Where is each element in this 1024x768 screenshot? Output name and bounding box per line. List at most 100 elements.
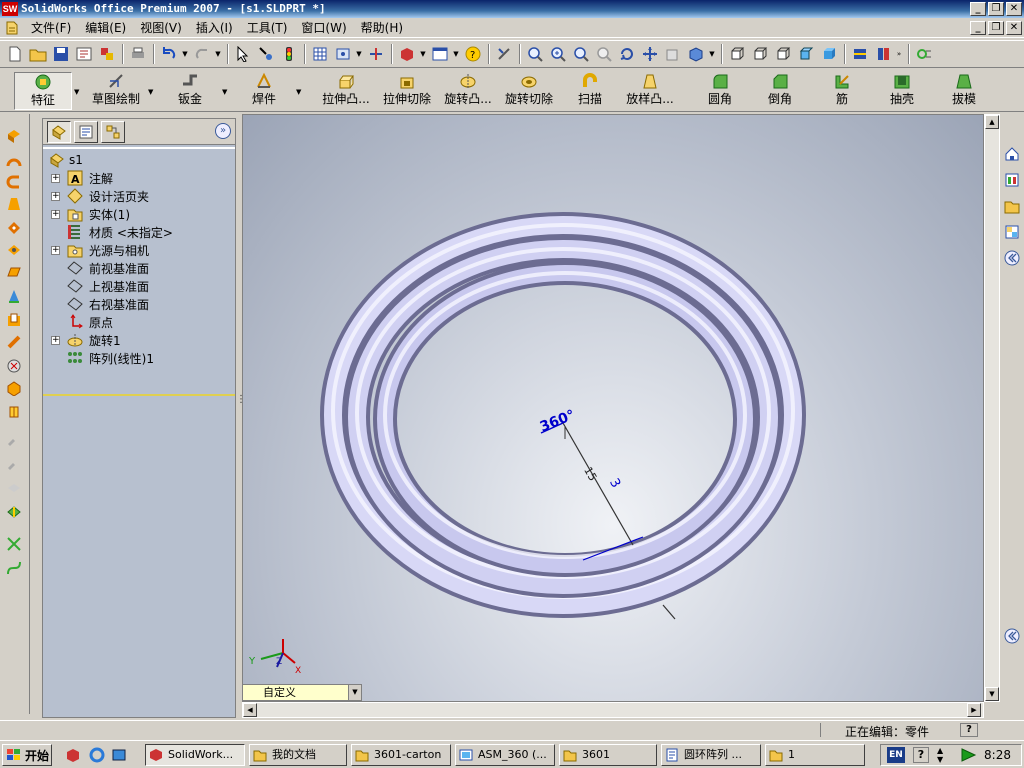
rib-button[interactable]: 筋 bbox=[822, 72, 862, 110]
curves-icon[interactable] bbox=[4, 558, 24, 578]
restore-button[interactable]: ❐ bbox=[988, 2, 1004, 16]
redo-dropdown-icon[interactable]: ▼ bbox=[214, 50, 222, 58]
edit-appearance-icon[interactable] bbox=[493, 43, 515, 65]
revolved-boss-button[interactable]: 旋转凸... bbox=[438, 72, 498, 110]
sweep-button[interactable]: 扫描 bbox=[570, 72, 610, 110]
photoworks-dropdown-icon[interactable]: ▼ bbox=[419, 50, 427, 58]
menu-help[interactable]: 帮助(H) bbox=[354, 18, 410, 38]
sketch-dropdown-icon[interactable]: ▼ bbox=[148, 88, 153, 96]
extruded-cut-button[interactable]: 拉伸切除 bbox=[380, 72, 434, 110]
file-explorer-icon[interactable] bbox=[1002, 196, 1022, 216]
design-library-icon[interactable] bbox=[1002, 170, 1022, 190]
display-style-icon[interactable] bbox=[685, 43, 707, 65]
weldments-dropdown-icon[interactable]: ▼ bbox=[296, 88, 301, 96]
sketch-tab-button[interactable]: 草图绘制 bbox=[88, 72, 144, 110]
ime-indicator[interactable]: EN bbox=[887, 747, 905, 763]
redo-icon[interactable] bbox=[191, 43, 213, 65]
wireframe-icon[interactable] bbox=[749, 43, 771, 65]
menu-view[interactable]: 视图(V) bbox=[133, 18, 189, 38]
start-button[interactable]: 开始 bbox=[2, 744, 52, 766]
linear-pattern-tool-icon[interactable] bbox=[4, 432, 24, 452]
doc-close-button[interactable]: ✕ bbox=[1006, 21, 1022, 35]
features-dropdown-icon[interactable]: ▼ bbox=[74, 88, 79, 96]
doc-restore-button[interactable]: ❐ bbox=[988, 21, 1004, 35]
scroll-left-button[interactable]: ◀ bbox=[243, 703, 257, 717]
view-palette-icon[interactable] bbox=[1002, 222, 1022, 242]
tree-item-annotations[interactable]: + A 注解 bbox=[43, 169, 233, 187]
view-selector[interactable]: 自定义 ▼ bbox=[242, 684, 362, 701]
addins-icon[interactable] bbox=[913, 43, 935, 65]
status-help-button[interactable]: ? bbox=[960, 723, 978, 737]
tree-item-design-binder[interactable]: + 设计活页夹 bbox=[43, 187, 233, 205]
scroll-right-button[interactable]: ▶ bbox=[967, 703, 981, 717]
undo-icon[interactable] bbox=[158, 43, 180, 65]
ime-arrows-icon[interactable]: ▲ ▼ bbox=[937, 746, 943, 764]
graphics-area[interactable]: 360° 15 3 Y X Z bbox=[242, 114, 984, 702]
tree-item-lights-cameras[interactable]: + 光源与相机 bbox=[43, 241, 233, 259]
radius-dimension[interactable]: 15 bbox=[581, 465, 599, 484]
more-tools-icon[interactable]: » bbox=[895, 50, 903, 58]
menu-window[interactable]: 窗口(W) bbox=[294, 18, 353, 38]
section-view-icon[interactable] bbox=[849, 43, 871, 65]
loft-button[interactable]: 放样凸... bbox=[620, 72, 680, 110]
fillet-button[interactable]: 圆角 bbox=[700, 72, 740, 110]
menu-tools[interactable]: 工具(T) bbox=[240, 18, 295, 38]
dome-tool-icon[interactable] bbox=[4, 378, 24, 398]
weldments-tab-button[interactable]: 焊件 bbox=[244, 72, 284, 110]
model-view[interactable]: 360° 15 3 Y X Z bbox=[243, 115, 984, 702]
plane-tool-icon[interactable] bbox=[4, 262, 24, 282]
sheet-metal-tab-button[interactable]: 钣金 bbox=[170, 72, 210, 110]
angle-dimension[interactable]: 360° bbox=[538, 407, 578, 435]
shell-button[interactable]: 抽壳 bbox=[882, 72, 922, 110]
title-bar[interactable]: SW SolidWorks Office Premium 2007 - [s1.… bbox=[0, 0, 1024, 18]
expand-task-pane-icon[interactable] bbox=[1002, 626, 1022, 646]
tree-item-right-plane[interactable]: 右视基准面 bbox=[43, 295, 233, 313]
grid-icon[interactable] bbox=[309, 43, 331, 65]
distance-dimension[interactable]: 3 bbox=[606, 476, 623, 491]
extrude-tool-icon[interactable] bbox=[4, 126, 24, 146]
taskbar-item-circular-pattern[interactable]: 圆环阵列 ... bbox=[661, 744, 761, 766]
ime-help-icon[interactable]: ? bbox=[913, 747, 929, 763]
mirror-tool-icon[interactable] bbox=[4, 402, 24, 422]
menu-file[interactable]: 文件(F) bbox=[24, 18, 78, 38]
loft-tool-icon[interactable] bbox=[4, 194, 24, 214]
chamfer-button[interactable]: 倒角 bbox=[760, 72, 800, 110]
curve-pattern-tool-icon[interactable] bbox=[4, 478, 24, 498]
taskbar-item-3601-carton[interactable]: 3601-carton bbox=[351, 744, 451, 766]
show-desktop-icon[interactable] bbox=[110, 746, 128, 764]
revolve-tool-icon[interactable] bbox=[4, 150, 24, 170]
menu-edit[interactable]: 编辑(E) bbox=[78, 18, 133, 38]
taskbar-item-my-documents[interactable]: 我的文档 bbox=[249, 744, 347, 766]
fillet-tool-icon[interactable] bbox=[4, 286, 24, 306]
scroll-down-button[interactable]: ▼ bbox=[985, 687, 999, 701]
instant3d-icon[interactable] bbox=[365, 43, 387, 65]
expand-icon[interactable]: + bbox=[51, 335, 60, 345]
draft-tool-icon[interactable] bbox=[4, 332, 24, 352]
taskbar-item-solidworks[interactable]: SolidWork... bbox=[145, 744, 245, 766]
tree-item-linear-pattern1[interactable]: 阵列(线性)1 bbox=[43, 349, 233, 367]
extrude-cut-tool-icon[interactable] bbox=[4, 218, 24, 238]
close-button[interactable]: ✕ bbox=[1006, 2, 1022, 16]
circular-pattern-tool-icon[interactable] bbox=[4, 456, 24, 476]
options-icon[interactable] bbox=[332, 43, 354, 65]
taskbar-item-asm360[interactable]: ASM_360 (... bbox=[455, 744, 555, 766]
tree-item-top-plane[interactable]: 上视基准面 bbox=[43, 277, 233, 295]
collapse-panel-icon[interactable]: » bbox=[215, 123, 231, 139]
features-tab-button[interactable]: 特征 bbox=[14, 72, 72, 110]
zoom-in-out-icon[interactable] bbox=[570, 43, 592, 65]
shaded-icon[interactable] bbox=[818, 43, 840, 65]
make-drawing-icon[interactable] bbox=[73, 43, 95, 65]
scale-tool-icon[interactable] bbox=[4, 502, 24, 522]
expand-icon[interactable]: + bbox=[51, 191, 60, 201]
vertical-scrollbar[interactable]: ▲ ▼ bbox=[984, 114, 1000, 702]
configuration-manager-tab[interactable] bbox=[101, 120, 125, 143]
window-dropdown-icon[interactable]: ▼ bbox=[452, 50, 460, 58]
tree-root[interactable]: s1 bbox=[43, 151, 233, 169]
shadows-icon[interactable] bbox=[872, 43, 894, 65]
taskbar-item-3601[interactable]: 3601 bbox=[559, 744, 657, 766]
3d-drawing-view-icon[interactable] bbox=[662, 43, 684, 65]
scroll-up-button[interactable]: ▲ bbox=[985, 115, 999, 129]
options-dropdown-icon[interactable]: ▼ bbox=[355, 50, 363, 58]
draft-button[interactable]: 拔模 bbox=[944, 72, 984, 110]
hidden-lines-removed-icon[interactable] bbox=[772, 43, 794, 65]
